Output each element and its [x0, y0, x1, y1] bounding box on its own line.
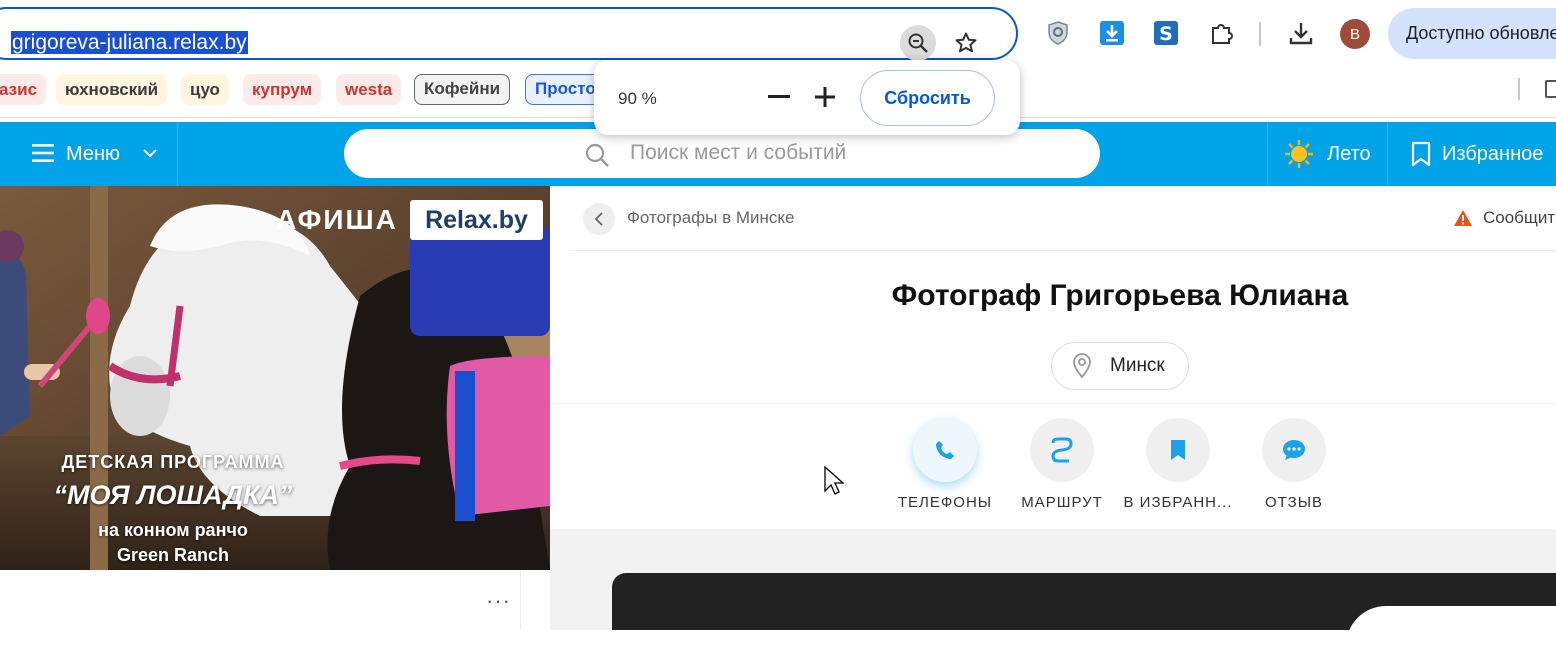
profile-avatar[interactable]: В: [1340, 19, 1370, 49]
city-chip[interactable]: Минск: [1051, 342, 1189, 390]
url-text[interactable]: grigoreva-juliana.relax.by: [11, 28, 248, 58]
banner-photo: [0, 186, 550, 570]
mouse-cursor-icon: [824, 466, 844, 495]
chevron-down-icon: [143, 149, 157, 158]
card-divider: [550, 403, 1556, 404]
update-button[interactable]: Доступно обновле: [1388, 8, 1556, 59]
favorites-label: Избранное: [1442, 142, 1544, 165]
favorite-action[interactable]: В ИЗБРАНН...: [1113, 418, 1243, 511]
review-action[interactable]: ОТЗЫВ: [1229, 418, 1359, 511]
bookmark-item[interactable]: азис: [0, 74, 47, 105]
zoom-out-icon[interactable]: [900, 25, 936, 61]
place-card: Фотографы в Минске Сообщит Фотограф Григ…: [550, 186, 1556, 529]
afisha-logo: АФИША: [276, 204, 398, 235]
review-label: ОТЗЫВ: [1264, 494, 1323, 511]
search-icon: [585, 143, 609, 167]
toolbar-separator: [1259, 22, 1261, 46]
route-action[interactable]: МАРШРУТ: [997, 418, 1127, 511]
phones-label: ТЕЛЕФОНЫ: [897, 494, 993, 511]
report-button[interactable]: Сообщит: [1453, 208, 1555, 228]
page-title: Фотограф Григорьева Юлиана: [891, 279, 1349, 312]
hamburger-icon: [32, 144, 54, 162]
breadcrumb[interactable]: Фотографы в Минске: [627, 208, 794, 228]
banner-footer: ···: [0, 570, 550, 630]
banner-line-2: “МОЯ ЛОШАДКА”: [53, 480, 293, 510]
header-divider: [1387, 122, 1388, 186]
search-input[interactable]: [628, 137, 1068, 169]
banner-line-1: ДЕТСКАЯ ПРОГРАММА: [61, 452, 285, 472]
route-label: МАРШРУТ: [1021, 494, 1103, 511]
bookmarks-separator: [1518, 78, 1520, 100]
card-divider: [570, 250, 1556, 251]
bookmark-item[interactable]: юхновский: [56, 74, 168, 105]
favorite-label: В ИЗБРАНН...: [1123, 494, 1233, 511]
route-icon[interactable]: [1030, 418, 1094, 482]
city-label: Минск: [1110, 355, 1165, 376]
download-icon[interactable]: [1286, 18, 1316, 48]
zoom-level: 90 %: [618, 89, 657, 108]
puzzle-icon[interactable]: [1206, 18, 1236, 48]
back-button[interactable]: [583, 203, 615, 235]
menu-label: Меню: [66, 143, 121, 165]
chevron-left-icon: [594, 212, 603, 226]
season-label: Лето: [1327, 142, 1371, 165]
location-pin-icon: [1073, 353, 1091, 379]
phone-icon[interactable]: [913, 418, 977, 482]
shield-icon[interactable]: [1043, 18, 1073, 48]
header-divider: [1267, 122, 1268, 186]
sun-icon: [1285, 140, 1313, 168]
zoom-plus-button[interactable]: [808, 80, 842, 114]
column-divider: [520, 570, 521, 630]
svg-text:S: S: [1159, 23, 1173, 45]
bookmark-outline-icon: [1411, 141, 1431, 167]
banner-line-4: Green Ranch: [116, 545, 230, 565]
warning-icon: [1454, 210, 1472, 226]
zoom-reset-button[interactable]: Сбросить: [860, 70, 995, 126]
favorites-button[interactable]: Избранное: [1410, 138, 1543, 170]
bookmark-item[interactable]: westa: [336, 74, 402, 105]
menu-button[interactable]: Меню: [0, 122, 178, 186]
all-bookmarks-icon[interactable]: [1545, 80, 1556, 98]
zoom-minus-button[interactable]: [762, 80, 796, 114]
chat-icon[interactable]: [1262, 418, 1326, 482]
more-options-icon[interactable]: ···: [486, 588, 511, 614]
bookmark-star-icon[interactable]: [950, 27, 982, 59]
bookmark-item[interactable]: цуо: [181, 74, 229, 105]
bookmark-icon[interactable]: [1146, 418, 1210, 482]
browser-toolbar: ⊸ grigoreva-juliana.relax.by S В Доступн…: [0, 0, 1556, 68]
season-button[interactable]: Лето: [1284, 138, 1371, 170]
s-icon[interactable]: S: [1151, 18, 1181, 48]
promo-banner[interactable]: АФИША Relax.by ДЕТСКАЯ ПРОГРАММА “МОЯ ЛО…: [0, 186, 550, 570]
download-arrow-icon[interactable]: [1097, 18, 1127, 48]
relax-logo: Relax.by: [410, 200, 543, 240]
phones-action[interactable]: ТЕЛЕФОНЫ: [880, 418, 1010, 511]
bookmark-item[interactable]: купрум: [243, 74, 322, 105]
banner-line-3: на конном ранчо: [98, 520, 248, 540]
address-bar[interactable]: ⊸ grigoreva-juliana.relax.by: [0, 7, 1018, 61]
media-overlay: [1346, 606, 1556, 646]
report-label: Сообщит: [1483, 208, 1556, 227]
search-box[interactable]: [344, 129, 1100, 178]
bookmark-item[interactable]: Кофейни: [414, 74, 511, 105]
zoom-popup: 90 % Сбросить: [594, 60, 1020, 135]
